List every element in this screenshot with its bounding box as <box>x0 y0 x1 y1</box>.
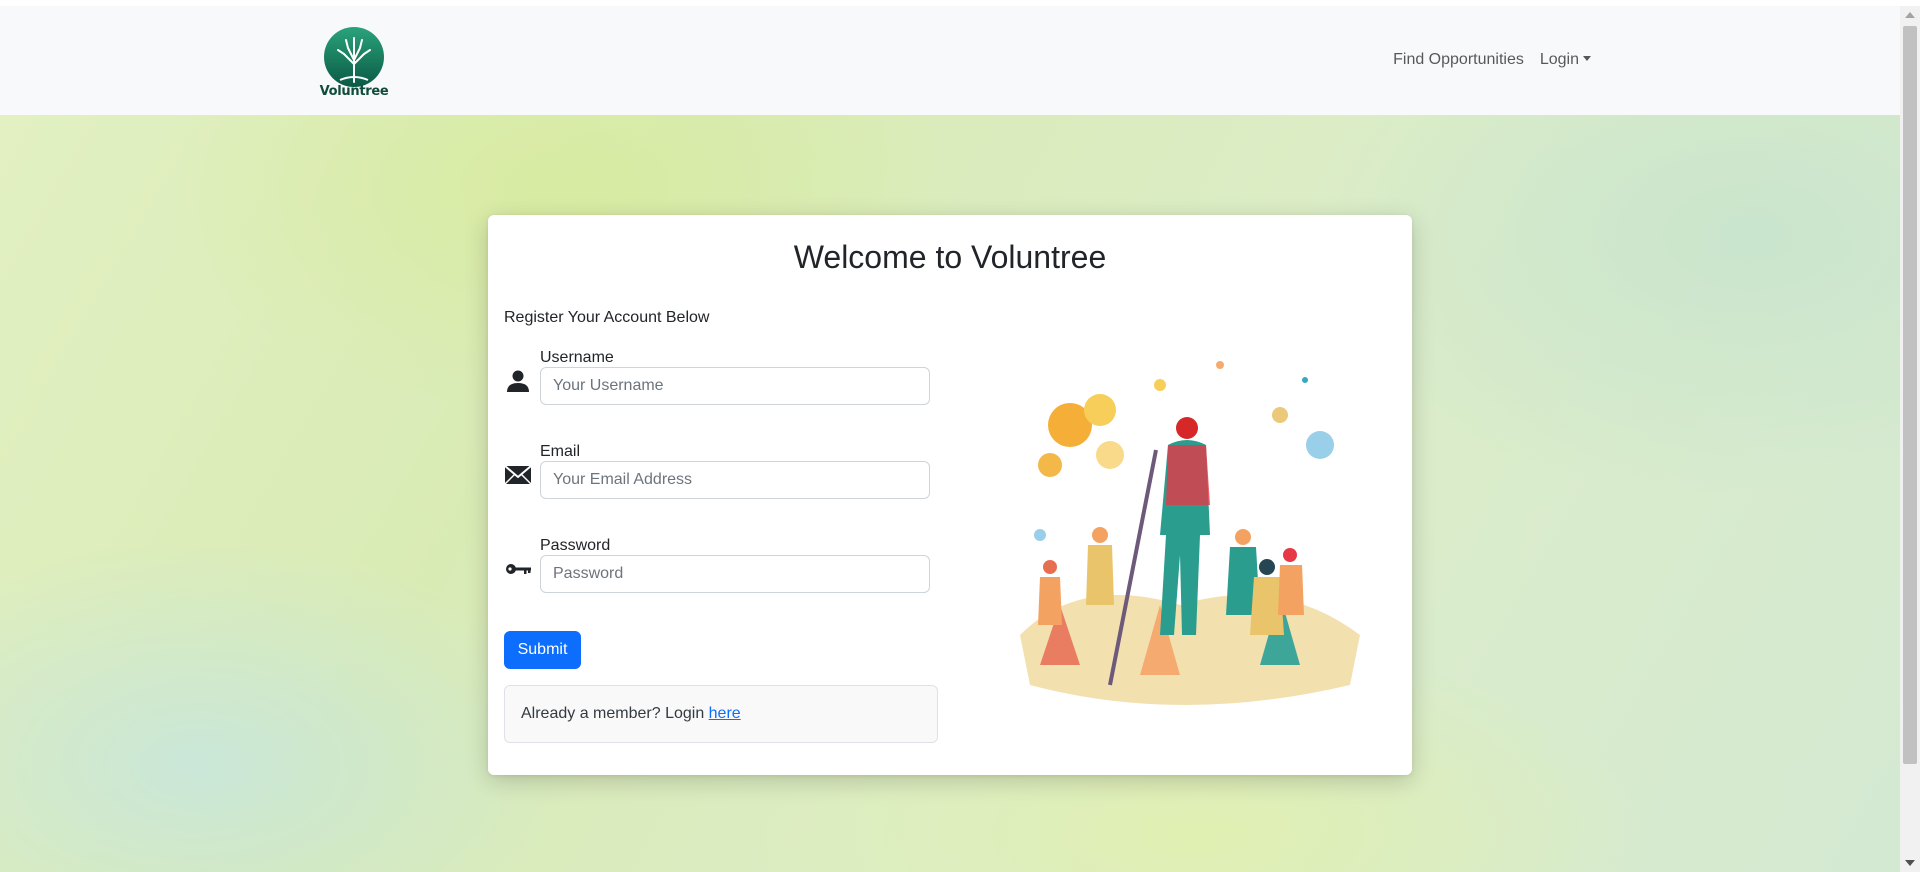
password-input[interactable] <box>540 555 930 593</box>
nav-find-opportunities[interactable]: Find Opportunities <box>1393 51 1524 69</box>
scrollbar-thumb[interactable] <box>1903 26 1917 764</box>
page-title: Welcome to Voluntree <box>793 239 1107 275</box>
login-here-link[interactable]: here <box>709 705 741 722</box>
login-prompt-box: Already a member? Login here <box>504 685 938 743</box>
logo-wordmark: Voluntree <box>319 84 389 99</box>
page-viewport: Voluntree Find Opportunities Login Welco… <box>0 6 1900 872</box>
submit-button[interactable]: Submit <box>504 631 581 669</box>
scroll-down-arrow-icon[interactable] <box>1905 860 1915 866</box>
password-label: Password <box>540 537 611 554</box>
vertical-scrollbar[interactable] <box>1900 6 1920 872</box>
nav-links: Find Opportunities Login <box>1393 51 1591 69</box>
login-prompt-text: Already a member? Login <box>521 705 709 722</box>
scroll-up-arrow-icon[interactable] <box>1905 12 1915 18</box>
tree-logo-icon <box>324 27 384 87</box>
email-label: Email <box>540 443 581 460</box>
key-icon <box>506 564 531 574</box>
register-subtitle: Register Your Account Below <box>504 309 710 326</box>
volunteers-illustration <box>1020 361 1360 705</box>
register-card: Welcome to Voluntree Register Your Accou… <box>488 215 1412 775</box>
person-icon <box>507 370 529 392</box>
brand-logo[interactable]: Voluntree <box>316 24 392 104</box>
nav-login-dropdown[interactable]: Login <box>1540 51 1591 69</box>
username-label: Username <box>540 349 614 366</box>
username-input[interactable] <box>540 367 930 405</box>
navbar: Voluntree Find Opportunities Login <box>0 6 1900 115</box>
caret-down-icon <box>1583 56 1591 61</box>
nav-login-label: Login <box>1539 51 1579 68</box>
envelope-icon <box>504 465 532 485</box>
email-input[interactable] <box>540 461 930 499</box>
